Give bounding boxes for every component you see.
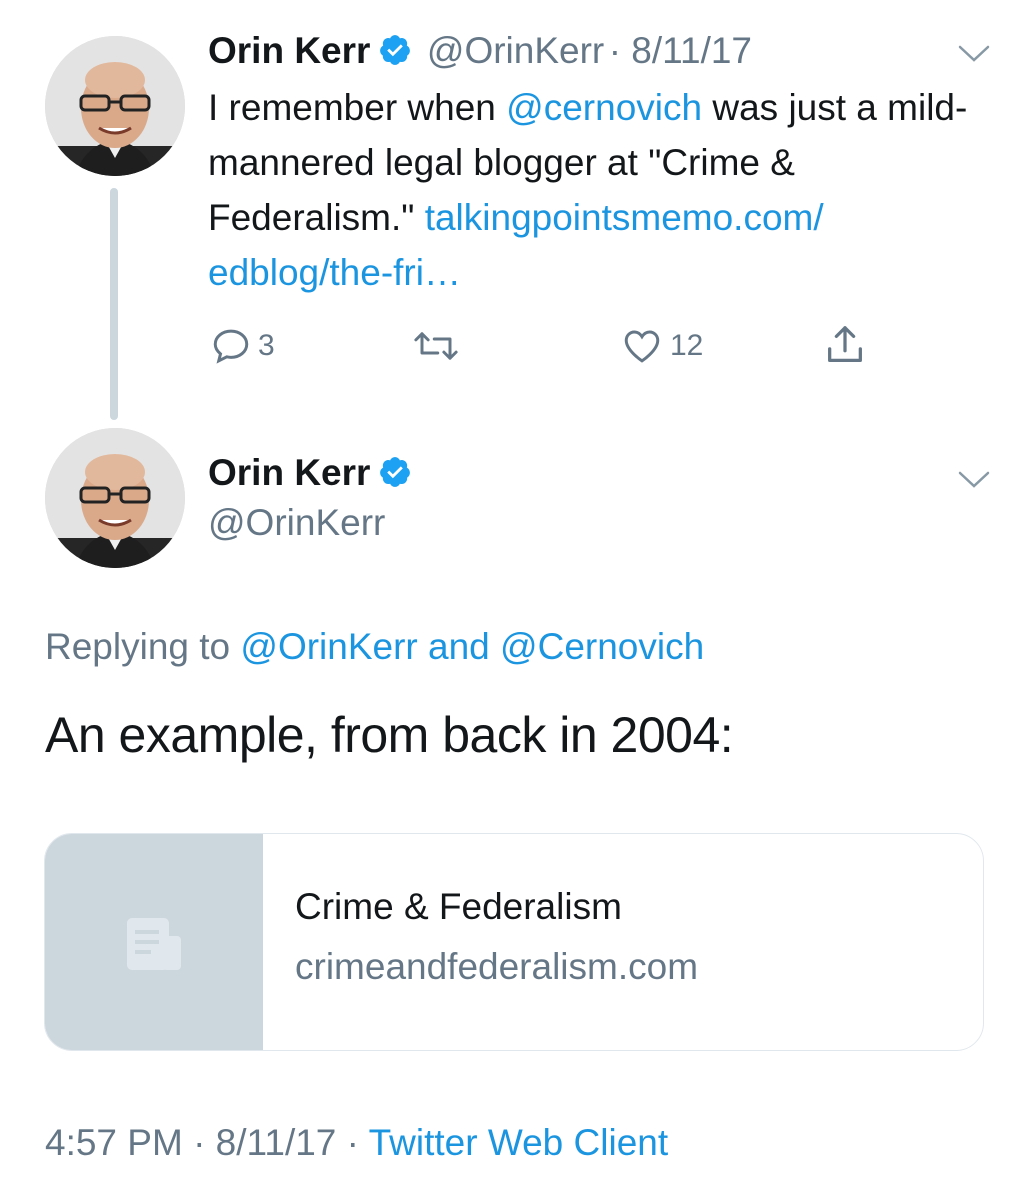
reply-button[interactable]: 3 <box>210 325 275 367</box>
tweet-header: Orin Kerr @OrinKerr · 8/11/17 <box>208 30 752 72</box>
tweet-meta: 4:57 PM · 8/11/17 · Twitter Web Client <box>45 1122 668 1164</box>
document-icon <box>127 918 181 970</box>
tweet-date[interactable]: · 8/11/17 <box>609 30 752 71</box>
avatar[interactable] <box>45 36 185 176</box>
replying-to: Replying to @OrinKerr and @Cernovich <box>45 626 704 668</box>
chevron-down-icon[interactable] <box>958 44 990 69</box>
client-link[interactable]: Twitter Web Client <box>369 1122 669 1163</box>
tweet-text: An example, from back in 2004: <box>45 707 734 763</box>
share-icon <box>828 326 862 362</box>
handle[interactable]: @OrinKerr <box>208 502 385 544</box>
author-name[interactable]: Orin Kerr <box>208 452 370 493</box>
tweet-time: 4:57 PM <box>45 1122 183 1163</box>
mention-link[interactable]: @cernovich <box>506 87 702 128</box>
tweet-text-part: I remember when <box>208 87 507 128</box>
heart-icon <box>624 330 660 363</box>
tweet-date: · 8/11/17 · <box>193 1122 359 1163</box>
verified-badge-icon <box>378 33 412 72</box>
verified-badge-icon <box>378 455 412 494</box>
share-button[interactable] <box>822 322 874 368</box>
card-thumbnail <box>45 834 263 1050</box>
reply-count: 3 <box>258 329 275 362</box>
link-card[interactable]: Crime & Federalism crimeandfederalism.co… <box>44 833 984 1051</box>
replying-prefix: Replying to <box>45 626 241 667</box>
retweet-button[interactable] <box>410 325 468 367</box>
handle[interactable]: @OrinKerr <box>427 30 604 71</box>
card-domain: crimeandfederalism.com <box>295 946 699 987</box>
avatar[interactable] <box>45 428 185 568</box>
like-button[interactable]: 12 <box>620 325 703 367</box>
author-name[interactable]: Orin Kerr <box>208 30 370 71</box>
thread-line <box>110 188 118 420</box>
retweet-icon <box>414 332 458 360</box>
card-title: Crime & Federalism <box>295 886 622 927</box>
like-count: 12 <box>670 329 704 362</box>
tweet-header: Orin Kerr <box>208 452 412 494</box>
tweet-text: I remember when @cernovich was just a mi… <box>208 80 998 300</box>
chevron-down-icon[interactable] <box>958 470 990 495</box>
replying-targets-link[interactable]: @OrinKerr and @Cernovich <box>240 626 704 667</box>
reply-icon <box>213 329 249 364</box>
